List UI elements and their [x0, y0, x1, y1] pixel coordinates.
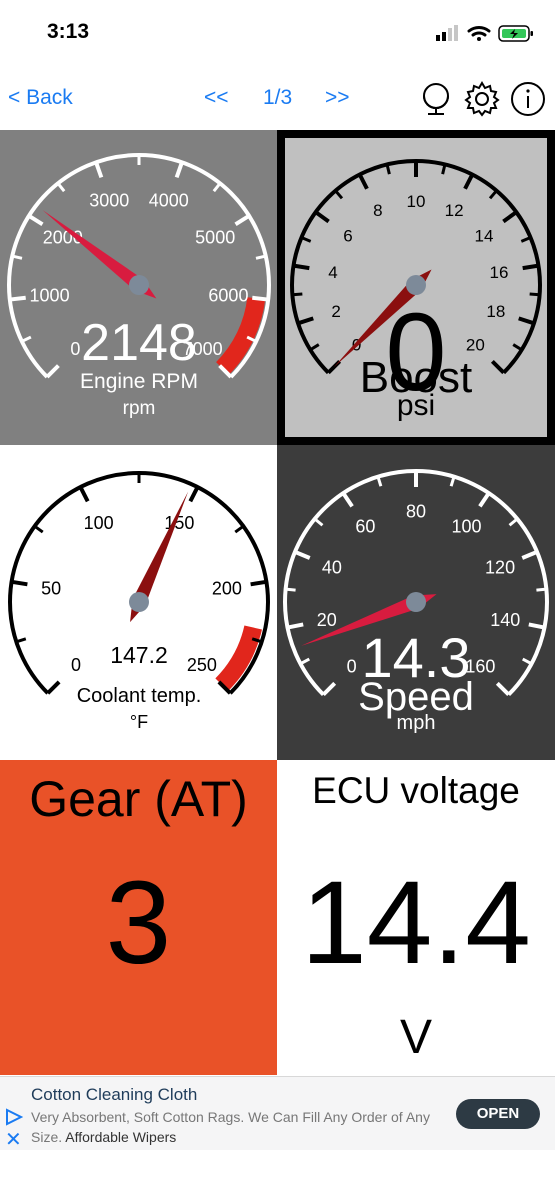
gear-icon[interactable]	[463, 80, 501, 118]
gauge-tick-label: 16	[490, 263, 509, 282]
gauge-unit: mph	[397, 712, 436, 734]
gauge-tick-label: 3000	[89, 190, 129, 210]
gauge-major-tick	[9, 295, 26, 302]
gauge-hub	[406, 592, 426, 612]
status-bar: 3:13	[0, 0, 555, 70]
ad-title[interactable]: Cotton Cleaning Cloth	[31, 1085, 197, 1105]
battery-icon	[498, 25, 533, 42]
ecu-voltage-value: 14.4	[301, 857, 531, 989]
gauge-tick-label: 80	[406, 501, 426, 521]
gauge-major-tick	[11, 579, 28, 587]
gauge-tick-label: 4000	[149, 190, 189, 210]
gauge-minor-tick	[529, 292, 540, 297]
rpm-gauge-tile[interactable]: 0 1000 2000 3000 4000 5000 6000 7000 2148 Engine …	[0, 130, 277, 445]
ad-advertiser-link[interactable]: Affordable Wipers	[65, 1129, 176, 1145]
gauge-minor-tick	[292, 292, 303, 297]
ecu-voltage-unit: V	[399, 1011, 432, 1064]
ad-open-button[interactable]: OPEN	[456, 1099, 540, 1129]
gear-panel[interactable]: Gear (AT) 3	[0, 760, 277, 1075]
rpm-gauge: 0100020003000 40005000600070002148Engine …	[0, 130, 277, 445]
gauge-tick-label: 4	[328, 263, 337, 282]
gear-title: Gear (AT)	[29, 771, 248, 827]
gauge-tick-label: 140	[490, 610, 520, 630]
gauge-hub	[129, 275, 149, 295]
gauge-tick-label: 14	[474, 227, 493, 246]
gauge-title: Coolant temp.	[77, 685, 202, 707]
ad-banner[interactable]: ✕ Cotton Cleaning Cloth Very Absorbent, …	[0, 1076, 555, 1151]
boost-gauge: 024681012141618200Boostpsi	[277, 130, 555, 445]
gauge-value: 2148	[81, 314, 197, 372]
wifi-icon	[467, 26, 491, 41]
speed-gauge: 02040608010012014016014.3Speedmph	[277, 445, 555, 760]
gauge-tick-label: 6000	[208, 285, 248, 305]
gauge-tick-label: 120	[485, 557, 515, 577]
bottom-area	[0, 1150, 555, 1200]
gear-value: 3	[105, 857, 172, 989]
gauge-tick-label: 5000	[195, 227, 235, 247]
gauge-tick-label: 100	[84, 513, 114, 533]
status-icons-svg	[436, 25, 533, 42]
gauge-tick-label: 40	[322, 557, 342, 577]
ad-close-icon[interactable]: ✕	[5, 1130, 22, 1150]
gauge-tick-label: 200	[212, 578, 242, 598]
gauge-tick-label: 20	[317, 610, 337, 630]
info-icon[interactable]	[509, 80, 547, 118]
signal-icon	[436, 25, 458, 41]
next-page-button[interactable]: >>	[325, 86, 350, 110]
boost-gauge-tile[interactable]: 024681012141618200Boostpsi	[277, 130, 555, 445]
gauge-tick-label: 50	[41, 578, 61, 598]
gauge-tick-label: 12	[445, 201, 464, 220]
back-button[interactable]: < Back	[8, 86, 73, 110]
ecu-voltage-title: ECU voltage	[312, 770, 520, 811]
globe-icon[interactable]	[418, 80, 454, 118]
gauge-tick-label: 1000	[30, 285, 70, 305]
gauge-tick-label: 0	[70, 339, 80, 359]
page-indicator: 1/3	[263, 86, 293, 109]
gauge-tick-label: 10	[407, 192, 426, 211]
ecu-voltage-panel[interactable]: ECU voltage 14.4 V	[277, 760, 555, 1075]
gauge-value: 147.2	[110, 642, 168, 668]
gauge-major-tick	[522, 263, 539, 271]
status-time: 3:13	[47, 20, 90, 43]
ad-choices-icon[interactable]	[5, 1108, 23, 1126]
ad-description: Very Absorbent, Soft Cotton Rags. We Can…	[31, 1107, 436, 1147]
coolant-gauge: 050100 150200250147.2Coolant temp.°F	[0, 445, 277, 760]
speed-gauge-tile[interactable]: 0 20 40 60 80 100 120 140 160 14.3 Speed mph	[277, 445, 555, 760]
gauge-tick-label: 0	[347, 657, 357, 677]
status-icons	[432, 22, 537, 51]
nav-bar: < Back << 1/3 >>	[0, 70, 555, 130]
gauge-tick-label: 18	[486, 302, 505, 321]
gauge-tick-label: 0	[71, 655, 81, 675]
gauge-tick-label: 250	[187, 655, 217, 675]
previous-page-button[interactable]: <<	[204, 86, 229, 110]
coolant-gauge-tile[interactable]: 0 50 100 150 200 250 147.2 Coolant temp. °F	[0, 445, 277, 760]
gauge-title: Engine RPM	[80, 370, 198, 393]
gauge-unit: °F	[130, 712, 148, 732]
gauge-tick-label: 6	[343, 227, 352, 246]
gauge-tick-label: 60	[355, 517, 375, 537]
gauge-minor-tick	[536, 587, 547, 592]
gauge-unit: psi	[397, 389, 435, 422]
gauge-unit: rpm	[123, 398, 156, 419]
gauge-tick-label: 2	[331, 302, 340, 321]
gauge-tick-label: 100	[452, 517, 482, 537]
gauge-tick-label: 20	[466, 335, 485, 354]
gauge-major-tick	[252, 295, 269, 302]
gauge-minor-tick	[285, 587, 296, 592]
gauge-major-tick	[250, 579, 267, 587]
gauge-tick-label: 8	[373, 201, 382, 220]
gauge-hub	[129, 592, 149, 612]
gauge-major-tick	[293, 263, 310, 271]
